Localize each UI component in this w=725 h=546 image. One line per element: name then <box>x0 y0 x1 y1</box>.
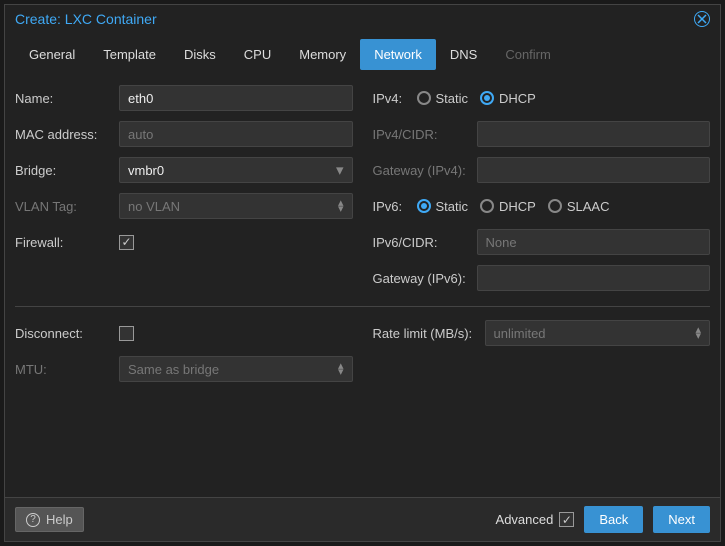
ipv4-label: IPv4: <box>373 91 417 106</box>
gw6-label: Gateway (IPv6): <box>373 271 477 286</box>
disconnect-checkbox[interactable] <box>119 326 134 341</box>
help-button[interactable]: ? Help <box>15 507 84 532</box>
footer: ? Help Advanced Back Next <box>5 497 720 541</box>
ipv6-static-radio[interactable]: Static <box>417 199 469 214</box>
bridge-value: vmbr0 <box>128 163 164 178</box>
ipv4-dhcp-radio[interactable]: DHCP <box>480 91 536 106</box>
help-icon: ? <box>26 513 40 527</box>
mac-input[interactable] <box>119 121 353 147</box>
firewall-label: Firewall: <box>15 235 119 250</box>
form-body: Name: MAC address: Bridge: vmbr0 ▾ <box>5 70 720 497</box>
vlan-placeholder: no VLAN <box>128 199 180 214</box>
name-input[interactable] <box>119 85 353 111</box>
tab-cpu[interactable]: CPU <box>230 39 285 70</box>
ipv6cidr-input[interactable] <box>477 229 711 255</box>
gw4-label: Gateway (IPv4): <box>373 163 477 178</box>
left-column: Name: MAC address: Bridge: vmbr0 ▾ <box>15 84 353 292</box>
spinner-icon: ▴▾ <box>338 200 344 212</box>
close-icon[interactable] <box>694 11 710 27</box>
dialog-title: Create: LXC Container <box>15 11 157 27</box>
tabs: General Template Disks CPU Memory Networ… <box>5 33 720 70</box>
chevron-down-icon: ▾ <box>336 161 344 179</box>
ipv6-label: IPv6: <box>373 199 417 214</box>
vlan-label: VLAN Tag: <box>15 199 119 214</box>
advanced-label: Advanced <box>496 512 554 527</box>
dialog-window: Create: LXC Container General Template D… <box>4 4 721 542</box>
firewall-checkbox[interactable] <box>119 235 134 250</box>
mtu-placeholder: Same as bridge <box>128 362 219 377</box>
vlan-input[interactable]: no VLAN ▴▾ <box>119 193 353 219</box>
ipv4cidr-input[interactable] <box>477 121 711 147</box>
ipv6-slaac-radio[interactable]: SLAAC <box>548 199 610 214</box>
help-label: Help <box>46 512 73 527</box>
titlebar: Create: LXC Container <box>5 5 720 33</box>
tab-general[interactable]: General <box>15 39 89 70</box>
tab-template[interactable]: Template <box>89 39 170 70</box>
spinner-icon: ▴▾ <box>695 327 701 339</box>
gw4-input[interactable] <box>477 157 711 183</box>
separator <box>15 306 710 307</box>
name-label: Name: <box>15 91 119 106</box>
ipv4cidr-label: IPv4/CIDR: <box>373 127 477 142</box>
ipv6-dhcp-radio[interactable]: DHCP <box>480 199 536 214</box>
right-column: IPv4: Static DHCP IPv4/CIDR: Gateway (IP… <box>373 84 711 292</box>
rate-placeholder: unlimited <box>494 326 546 341</box>
rate-input[interactable]: unlimited ▴▾ <box>485 320 711 346</box>
tab-network[interactable]: Network <box>360 39 436 70</box>
advanced-toggle[interactable]: Advanced <box>496 512 575 527</box>
next-button[interactable]: Next <box>653 506 710 533</box>
gw6-input[interactable] <box>477 265 711 291</box>
mtu-input[interactable]: Same as bridge ▴▾ <box>119 356 353 382</box>
disconnect-label: Disconnect: <box>15 326 119 341</box>
ipv6cidr-label: IPv6/CIDR: <box>373 235 477 250</box>
spinner-icon: ▴▾ <box>338 363 344 375</box>
tab-memory[interactable]: Memory <box>285 39 360 70</box>
mac-label: MAC address: <box>15 127 119 142</box>
advanced-checkbox[interactable] <box>559 512 574 527</box>
ipv4-static-radio[interactable]: Static <box>417 91 469 106</box>
tab-dns[interactable]: DNS <box>436 39 491 70</box>
tab-confirm: Confirm <box>491 39 565 70</box>
tab-disks[interactable]: Disks <box>170 39 230 70</box>
rate-label: Rate limit (MB/s): <box>373 326 485 341</box>
bridge-label: Bridge: <box>15 163 119 178</box>
back-button[interactable]: Back <box>584 506 643 533</box>
bridge-select[interactable]: vmbr0 ▾ <box>119 157 353 183</box>
mtu-label: MTU: <box>15 362 119 377</box>
